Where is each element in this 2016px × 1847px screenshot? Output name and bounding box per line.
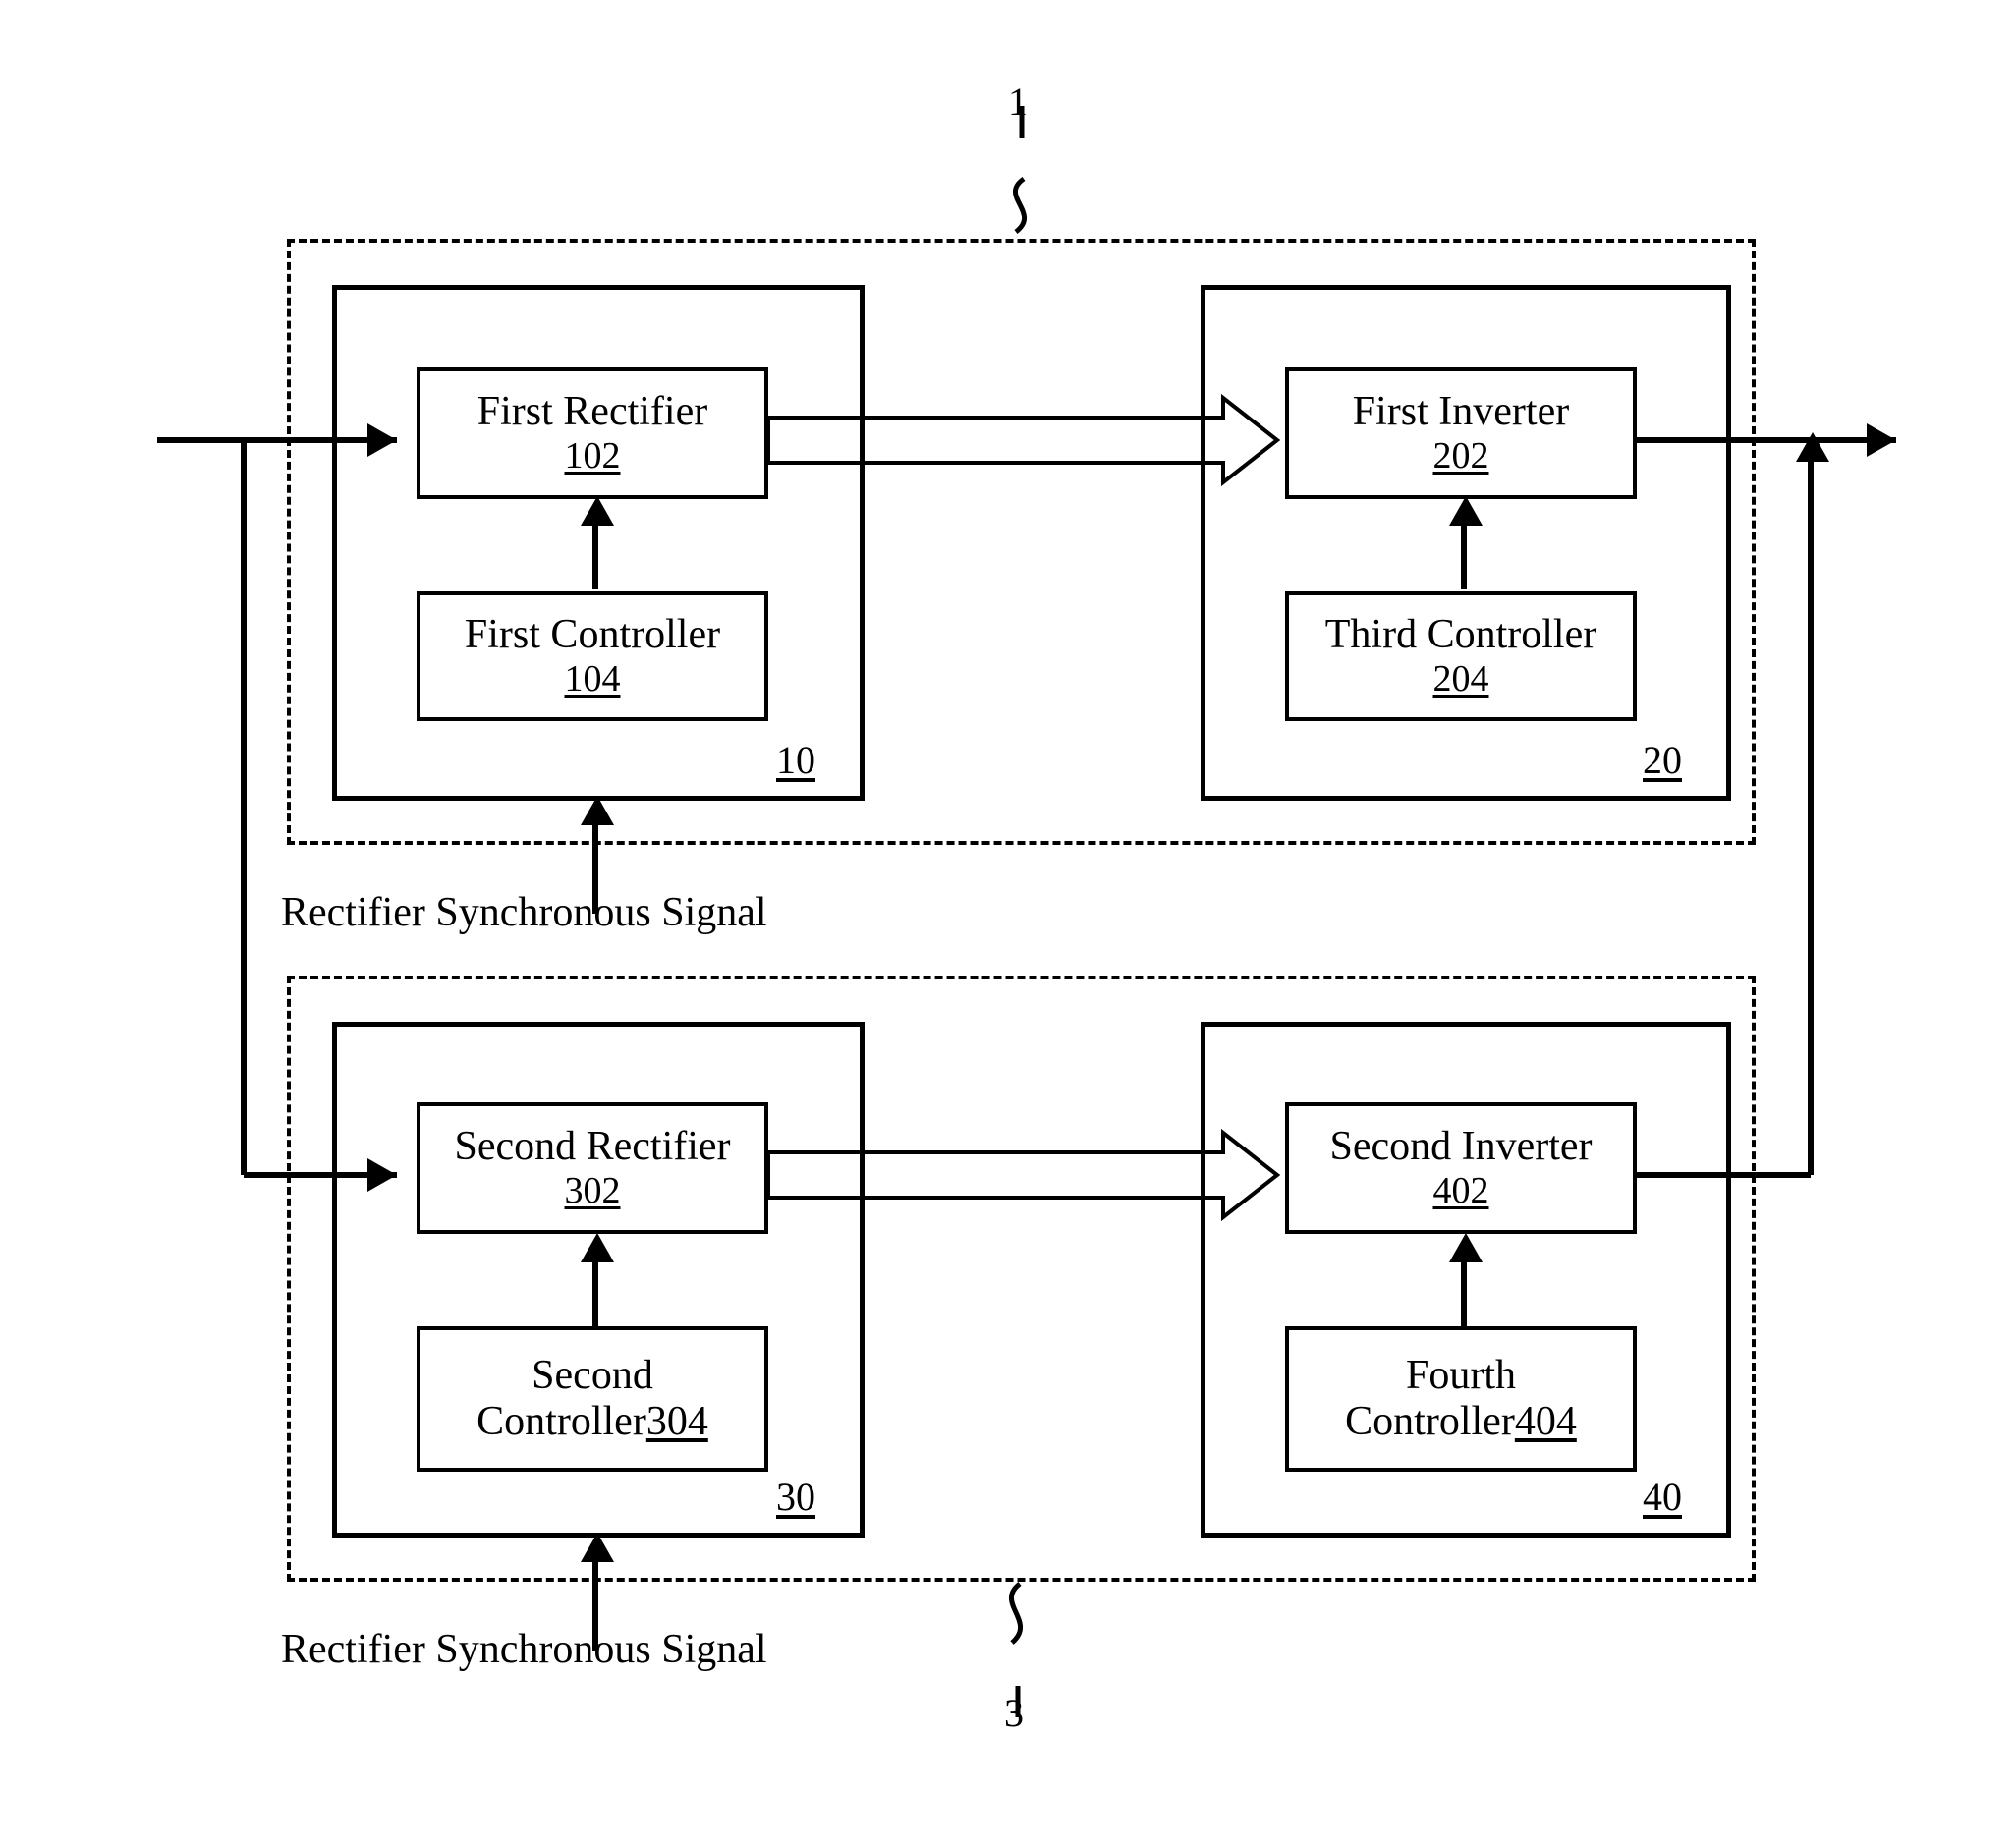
group-ref-10: 10 (776, 738, 815, 782)
second-inverter-title: Second Inverter (1329, 1124, 1593, 1170)
first-inverter-ref: 202 (1432, 435, 1489, 477)
top-sync-signal-label: Rectifier Synchronous Signal (281, 890, 767, 935)
bottom-sync-signal-label: Rectifier Synchronous Signal (281, 1627, 767, 1672)
first-rectifier-block[interactable]: First Rectifier 102 (417, 367, 768, 499)
figure-canvas: 10 First Rectifier 102 First Controller … (0, 0, 2016, 1847)
second-controller-word: Controller (476, 1399, 646, 1444)
third-controller-title: Third Controller (1324, 612, 1597, 658)
first-rectifier-ref: 102 (564, 435, 621, 477)
fourth-controller-word: Controller (1345, 1399, 1515, 1444)
figure-ref-3: 3 (1004, 1691, 1024, 1735)
output-arrow-main (1867, 423, 1896, 457)
first-rectifier-title: First Rectifier (476, 389, 708, 435)
second-inverter-ref: 402 (1432, 1170, 1489, 1212)
fourth-controller-block[interactable]: Fourth Controller404 (1285, 1326, 1637, 1472)
first-controller-block[interactable]: First Controller 104 (417, 591, 768, 721)
figure-ref-1: 1 (1008, 80, 1028, 124)
second-inverter-block[interactable]: Second Inverter 402 (1285, 1102, 1637, 1234)
second-rectifier-title: Second Rectifier (454, 1124, 731, 1170)
second-controller-line2: Controller304 (476, 1399, 708, 1445)
first-controller-ref: 104 (564, 658, 621, 700)
fourth-controller-line1: Fourth (1405, 1352, 1516, 1398)
second-controller-ref: 304 (645, 1399, 708, 1444)
fourth-controller-line2: Controller404 (1345, 1399, 1577, 1445)
output-merge-arrow (1796, 432, 1829, 462)
third-controller-ref: 204 (1432, 658, 1489, 700)
second-controller-block[interactable]: Second Controller304 (417, 1326, 768, 1472)
second-rectifier-ref: 302 (564, 1170, 621, 1212)
rectifier-group-10 (332, 285, 865, 801)
second-controller-line1: Second (532, 1352, 653, 1398)
first-controller-title: First Controller (464, 612, 721, 658)
third-controller-block[interactable]: Third Controller 204 (1285, 591, 1637, 721)
fourth-controller-ref: 404 (1514, 1399, 1577, 1444)
second-rectifier-block[interactable]: Second Rectifier 302 (417, 1102, 768, 1234)
first-inverter-block[interactable]: First Inverter 202 (1285, 367, 1637, 499)
first-inverter-title: First Inverter (1352, 389, 1570, 435)
group-ref-30: 30 (776, 1475, 815, 1519)
group-ref-20: 20 (1643, 738, 1682, 782)
group-ref-40: 40 (1643, 1475, 1682, 1519)
inverter-group-20 (1201, 285, 1731, 801)
